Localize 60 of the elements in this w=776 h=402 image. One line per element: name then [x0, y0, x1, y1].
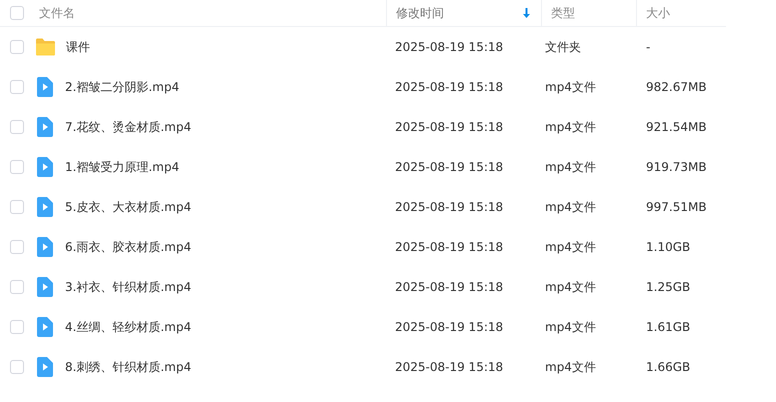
modified-time: 2025-08-19 15:18	[394, 40, 504, 54]
folder-icon	[35, 38, 56, 56]
row-checkbox[interactable]	[10, 120, 24, 134]
file-name[interactable]: 7.花纹、烫金材质.mp4	[65, 118, 192, 136]
row-checkbox[interactable]	[10, 200, 24, 214]
modified-time: 2025-08-19 15:18	[394, 80, 504, 94]
file-size: 1.61GB	[645, 320, 692, 334]
modified-time: 2025-08-19 15:18	[394, 320, 504, 334]
column-header[interactable]: 修改时间	[396, 4, 444, 22]
modified-time: 2025-08-19 15:18	[394, 280, 504, 294]
row-checkbox[interactable]	[10, 240, 24, 254]
file-name[interactable]: 5.皮衣、大衣材质.mp4	[65, 198, 192, 216]
file-size: 921.54MB	[645, 120, 708, 134]
video-file-icon	[37, 117, 53, 137]
file-name[interactable]: 课件	[66, 38, 90, 56]
modified-time: 2025-08-19 15:18	[394, 200, 504, 214]
video-file-icon	[37, 197, 53, 217]
row-checkbox[interactable]	[10, 80, 24, 94]
modified-time: 2025-08-19 15:18	[394, 120, 504, 134]
video-file-icon	[37, 237, 53, 257]
row-checkbox[interactable]	[10, 40, 24, 54]
file-name[interactable]: 3.衬衣、针织材质.mp4	[65, 278, 192, 296]
column-header[interactable]: 类型	[551, 4, 575, 22]
modified-time: 2025-08-19 15:18	[394, 160, 504, 174]
file-type: mp4文件	[544, 278, 597, 296]
file-type: mp4文件	[544, 118, 597, 136]
sort-arrow-icon[interactable]	[523, 8, 530, 18]
file-size: 1.10GB	[645, 240, 692, 254]
file-size: 982.67MB	[645, 80, 708, 94]
file-name[interactable]: 8.刺绣、针织材质.mp4	[65, 358, 192, 376]
file-name[interactable]: 1.褶皱受力原理.mp4	[65, 158, 180, 176]
video-file-icon	[37, 157, 53, 177]
video-file-icon	[37, 357, 53, 377]
file-type: mp4文件	[544, 198, 597, 216]
file-size: 1.66GB	[645, 360, 692, 374]
modified-time: 2025-08-19 15:18	[394, 360, 504, 374]
file-type: mp4文件	[544, 318, 597, 336]
file-name[interactable]: 6.雨衣、胶衣材质.mp4	[65, 238, 192, 256]
file-type: mp4文件	[544, 238, 597, 256]
file-name[interactable]: 2.褶皱二分阴影.mp4	[65, 78, 180, 96]
modified-time: 2025-08-19 15:18	[394, 240, 504, 254]
file-type: mp4文件	[544, 158, 597, 176]
file-size: -	[645, 40, 652, 54]
column-header[interactable]: 大小	[646, 4, 670, 22]
video-file-icon	[37, 317, 53, 337]
row-checkbox[interactable]	[10, 320, 24, 334]
file-size: 1.25GB	[645, 280, 692, 294]
file-size: 919.73MB	[645, 160, 708, 174]
row-checkbox[interactable]	[10, 280, 24, 294]
file-type: mp4文件	[544, 78, 597, 96]
column-header[interactable]: 文件名	[39, 4, 75, 22]
select-all-checkbox[interactable]	[10, 6, 24, 20]
file-size: 997.51MB	[645, 200, 708, 214]
row-checkbox[interactable]	[10, 360, 24, 374]
row-checkbox[interactable]	[10, 160, 24, 174]
file-name[interactable]: 4.丝绸、轻纱材质.mp4	[65, 318, 192, 336]
file-type: mp4文件	[544, 358, 597, 376]
video-file-icon	[37, 77, 53, 97]
file-type: 文件夹	[544, 38, 582, 56]
video-file-icon	[37, 277, 53, 297]
